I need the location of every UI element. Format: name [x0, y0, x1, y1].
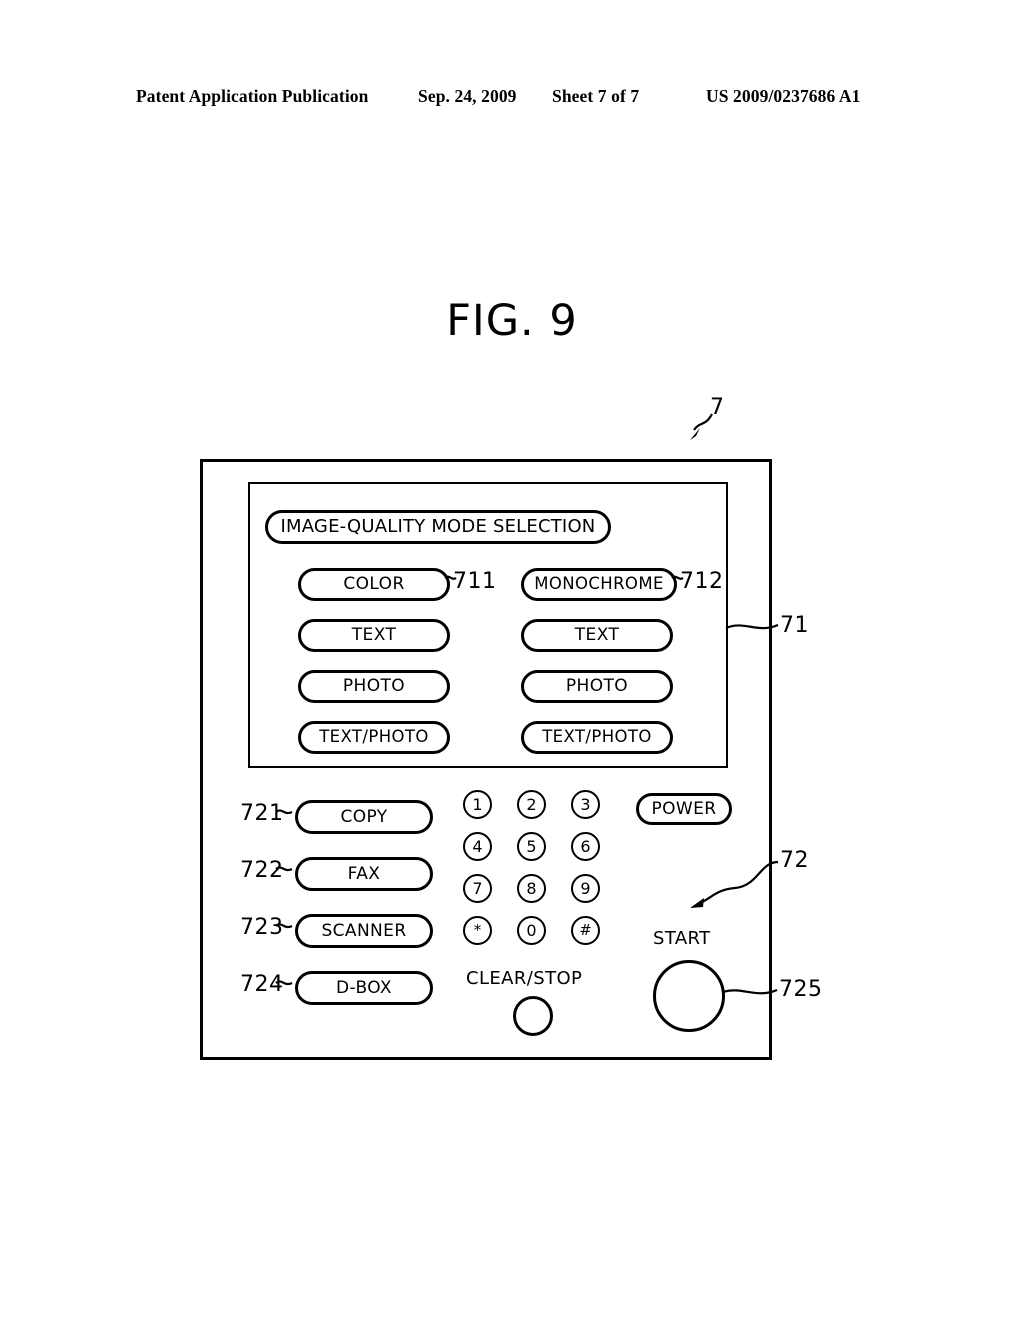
image-quality-panel: IMAGE-QUALITY MODE SELECTION COLOR MONOC… [248, 482, 728, 768]
ref-numeral-712: 712 [680, 569, 724, 594]
ref-numeral-724: 724 [240, 972, 284, 997]
ref-numeral-71: 71 [780, 613, 809, 638]
header-patent-number: US 2009/0237686 A1 [706, 86, 861, 106]
d-box-button[interactable]: D-BOX [295, 971, 433, 1005]
color-text-button[interactable]: TEXT [298, 619, 450, 652]
key-8[interactable]: 8 [517, 874, 546, 903]
key-7[interactable]: 7 [463, 874, 492, 903]
ref-numeral-723: 723 [240, 915, 284, 940]
numeric-keypad: 1 2 3 4 5 6 7 8 9 * 0 # [463, 790, 633, 966]
fax-button[interactable]: FAX [295, 857, 433, 891]
key-asterisk[interactable]: * [463, 916, 492, 945]
monochrome-photo-button[interactable]: PHOTO [521, 670, 673, 703]
header-sheet-number: Sheet 7 of 7 [552, 86, 640, 106]
ref-numeral-72: 72 [780, 848, 809, 873]
power-button[interactable]: POWER [636, 793, 732, 825]
start-label: START [653, 928, 711, 949]
color-photo-button[interactable]: PHOTO [298, 670, 450, 703]
key-2[interactable]: 2 [517, 790, 546, 819]
monochrome-text-photo-button[interactable]: TEXT/PHOTO [521, 721, 673, 754]
image-quality-title: IMAGE-QUALITY MODE SELECTION [265, 510, 611, 544]
monochrome-mode-button[interactable]: MONOCHROME [521, 568, 677, 601]
clear-stop-label: CLEAR/STOP [466, 968, 583, 989]
scanner-button[interactable]: SCANNER [295, 914, 433, 948]
header-publication-label: Patent Application Publication [136, 86, 369, 106]
key-5[interactable]: 5 [517, 832, 546, 861]
start-button[interactable] [653, 960, 725, 1032]
key-6[interactable]: 6 [571, 832, 600, 861]
ref-numeral-711: 711 [453, 569, 497, 594]
key-9[interactable]: 9 [571, 874, 600, 903]
ref-numeral-7: 7 [710, 395, 725, 420]
ref-numeral-725: 725 [779, 977, 823, 1002]
key-4[interactable]: 4 [463, 832, 492, 861]
figure-title: FIG. 9 [446, 296, 578, 346]
publication-header: Patent Application Publication Sep. 24, … [0, 86, 1024, 112]
ref-numeral-722: 722 [240, 858, 284, 883]
monochrome-text-button[interactable]: TEXT [521, 619, 673, 652]
leader-7-arrowhead [690, 428, 700, 440]
operation-console: IMAGE-QUALITY MODE SELECTION COLOR MONOC… [200, 459, 772, 1060]
color-text-photo-button[interactable]: TEXT/PHOTO [298, 721, 450, 754]
copy-button[interactable]: COPY [295, 800, 433, 834]
key-0[interactable]: 0 [517, 916, 546, 945]
ref-numeral-721: 721 [240, 801, 284, 826]
key-hash[interactable]: # [571, 916, 600, 945]
clear-stop-button[interactable] [513, 996, 553, 1036]
key-3[interactable]: 3 [571, 790, 600, 819]
header-date: Sep. 24, 2009 [418, 86, 517, 106]
key-1[interactable]: 1 [463, 790, 492, 819]
color-mode-button[interactable]: COLOR [298, 568, 450, 601]
